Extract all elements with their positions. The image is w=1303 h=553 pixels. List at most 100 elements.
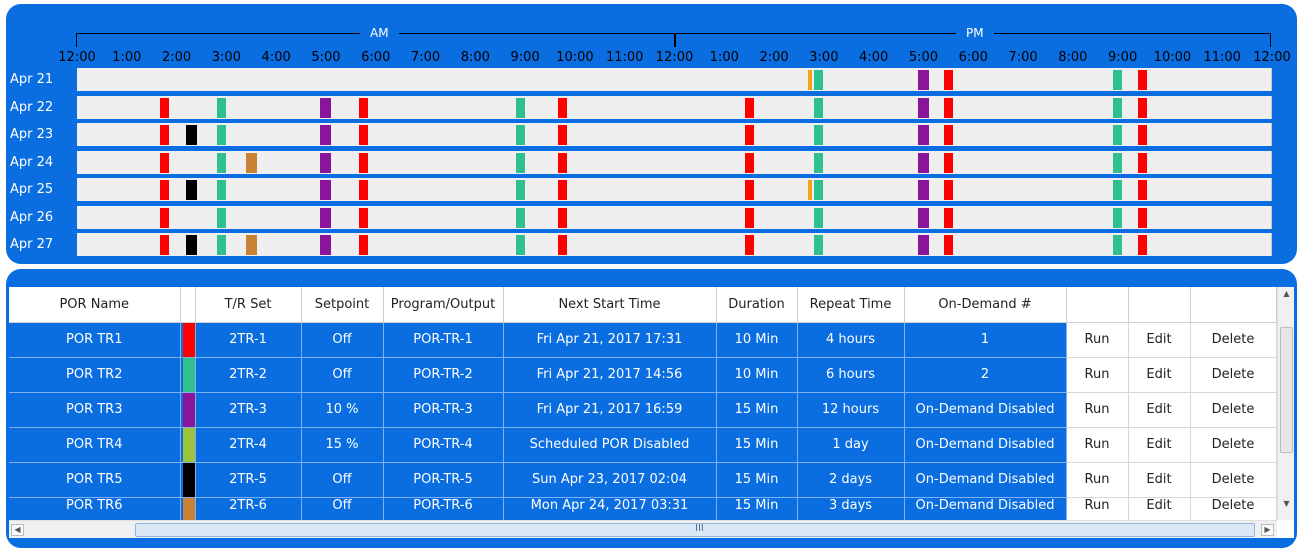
run-button[interactable]: Run xyxy=(1066,427,1129,463)
event-marker-purple[interactable] xyxy=(917,207,929,228)
event-marker-teal[interactable] xyxy=(216,180,226,200)
event-marker-brown[interactable] xyxy=(245,235,257,255)
edit-button[interactable]: Edit xyxy=(1128,392,1191,428)
event-marker-red[interactable] xyxy=(943,125,953,145)
table-row[interactable]: POR TR4 2TR-4 15 % POR-TR-4 Scheduled POR Di… xyxy=(9,427,1277,463)
col-header-program-output[interactable]: Program/Output xyxy=(383,287,504,323)
event-marker-red[interactable] xyxy=(943,70,953,90)
vertical-scroll-thumb[interactable] xyxy=(1280,327,1293,453)
event-marker-red[interactable] xyxy=(358,180,368,200)
event-marker-red[interactable] xyxy=(557,97,567,118)
event-marker-teal[interactable] xyxy=(1113,70,1123,90)
scroll-left-icon[interactable]: ◀ xyxy=(11,524,24,536)
event-marker-teal[interactable] xyxy=(216,207,226,228)
event-marker-purple[interactable] xyxy=(917,125,929,145)
table-row[interactable]: POR TR3 2TR-3 10 % POR-TR-3 Fri Apr 21, 2017… xyxy=(9,392,1277,428)
event-marker-orange[interactable] xyxy=(807,180,812,200)
event-marker-red[interactable] xyxy=(159,125,169,145)
event-marker-teal[interactable] xyxy=(1113,152,1123,173)
event-marker-teal[interactable] xyxy=(1113,207,1123,228)
event-marker-purple[interactable] xyxy=(320,152,332,173)
event-marker-red[interactable] xyxy=(159,180,169,200)
event-marker-teal[interactable] xyxy=(1113,97,1123,118)
event-marker-red[interactable] xyxy=(358,207,368,228)
edit-button[interactable]: Edit xyxy=(1128,427,1191,463)
event-marker-red[interactable] xyxy=(1138,97,1148,118)
horizontal-scrollbar[interactable]: ◀ III ▶ xyxy=(9,520,1277,538)
event-marker-teal[interactable] xyxy=(515,207,525,228)
delete-button[interactable]: Delete xyxy=(1190,427,1277,463)
event-marker-teal[interactable] xyxy=(814,180,824,200)
event-marker-teal[interactable] xyxy=(515,125,525,145)
event-marker-teal[interactable] xyxy=(515,152,525,173)
event-marker-teal[interactable] xyxy=(814,235,824,255)
event-marker-red[interactable] xyxy=(744,125,754,145)
event-marker-red[interactable] xyxy=(1138,235,1148,255)
event-marker-red[interactable] xyxy=(358,97,368,118)
event-marker-purple[interactable] xyxy=(917,70,929,90)
event-marker-red[interactable] xyxy=(744,152,754,173)
col-header-swatch[interactable] xyxy=(180,287,196,323)
event-marker-teal[interactable] xyxy=(814,207,824,228)
col-header-setpoint[interactable]: Setpoint xyxy=(301,287,384,323)
event-marker-black[interactable] xyxy=(186,235,198,255)
event-marker-purple[interactable] xyxy=(917,180,929,200)
event-marker-teal[interactable] xyxy=(814,152,824,173)
event-marker-red[interactable] xyxy=(1138,207,1148,228)
col-header-por-name[interactable]: POR Name xyxy=(9,287,181,323)
edit-button[interactable]: Edit xyxy=(1128,357,1191,393)
event-marker-purple[interactable] xyxy=(320,235,332,255)
event-marker-teal[interactable] xyxy=(515,180,525,200)
event-marker-purple[interactable] xyxy=(320,97,332,118)
event-marker-red[interactable] xyxy=(943,97,953,118)
event-marker-purple[interactable] xyxy=(320,180,332,200)
col-header-on-demand[interactable]: On-Demand # xyxy=(904,287,1067,323)
event-marker-red[interactable] xyxy=(943,180,953,200)
delete-button[interactable]: Delete xyxy=(1190,357,1277,393)
event-marker-red[interactable] xyxy=(1138,180,1148,200)
table-row[interactable]: POR TR5 2TR-5 Off POR-TR-5 Sun Apr 23, 2017 … xyxy=(9,462,1277,498)
event-marker-purple[interactable] xyxy=(320,125,332,145)
vertical-scrollbar[interactable]: ▲ ▼ xyxy=(1277,287,1294,520)
event-marker-red[interactable] xyxy=(358,125,368,145)
delete-button[interactable]: Delete xyxy=(1190,322,1277,358)
event-marker-red[interactable] xyxy=(1138,70,1148,90)
scroll-up-icon[interactable]: ▲ xyxy=(1278,289,1294,298)
event-marker-red[interactable] xyxy=(943,235,953,255)
event-marker-red[interactable] xyxy=(557,152,567,173)
event-marker-red[interactable] xyxy=(358,152,368,173)
event-marker-red[interactable] xyxy=(1138,125,1148,145)
col-header-tr-set[interactable]: T/R Set xyxy=(195,287,302,323)
event-marker-orange[interactable] xyxy=(807,70,812,90)
event-marker-purple[interactable] xyxy=(917,97,929,118)
event-marker-red[interactable] xyxy=(159,152,169,173)
event-marker-brown[interactable] xyxy=(245,152,257,173)
event-marker-red[interactable] xyxy=(744,207,754,228)
edit-button[interactable]: Edit xyxy=(1128,322,1191,358)
event-marker-teal[interactable] xyxy=(1113,125,1123,145)
run-button[interactable]: Run xyxy=(1066,357,1129,393)
event-marker-red[interactable] xyxy=(159,97,169,118)
table-row[interactable]: POR TR1 2TR-1 Off POR-TR-1 Fri Apr 21, 2017 … xyxy=(9,322,1277,358)
event-marker-purple[interactable] xyxy=(320,207,332,228)
event-marker-teal[interactable] xyxy=(216,152,226,173)
event-marker-teal[interactable] xyxy=(515,235,525,255)
table-row[interactable]: POR TR2 2TR-2 Off POR-TR-2 Fri Apr 21, 2017 … xyxy=(9,357,1277,393)
event-marker-red[interactable] xyxy=(557,125,567,145)
event-marker-black[interactable] xyxy=(186,180,198,200)
delete-button[interactable]: Delete xyxy=(1190,392,1277,428)
col-header-repeat-time[interactable]: Repeat Time xyxy=(797,287,905,323)
event-marker-red[interactable] xyxy=(943,152,953,173)
event-marker-red[interactable] xyxy=(358,235,368,255)
horizontal-scroll-thumb[interactable]: III xyxy=(135,523,1255,537)
event-marker-purple[interactable] xyxy=(917,235,929,255)
event-marker-red[interactable] xyxy=(159,207,169,228)
event-marker-black[interactable] xyxy=(186,125,198,145)
col-header-next-start-time[interactable]: Next Start Time xyxy=(503,287,717,323)
scroll-down-icon[interactable]: ▼ xyxy=(1278,499,1294,508)
col-header-duration[interactable]: Duration xyxy=(716,287,798,323)
event-marker-teal[interactable] xyxy=(216,235,226,255)
event-marker-red[interactable] xyxy=(744,235,754,255)
event-marker-red[interactable] xyxy=(557,235,567,255)
event-marker-teal[interactable] xyxy=(216,97,226,118)
